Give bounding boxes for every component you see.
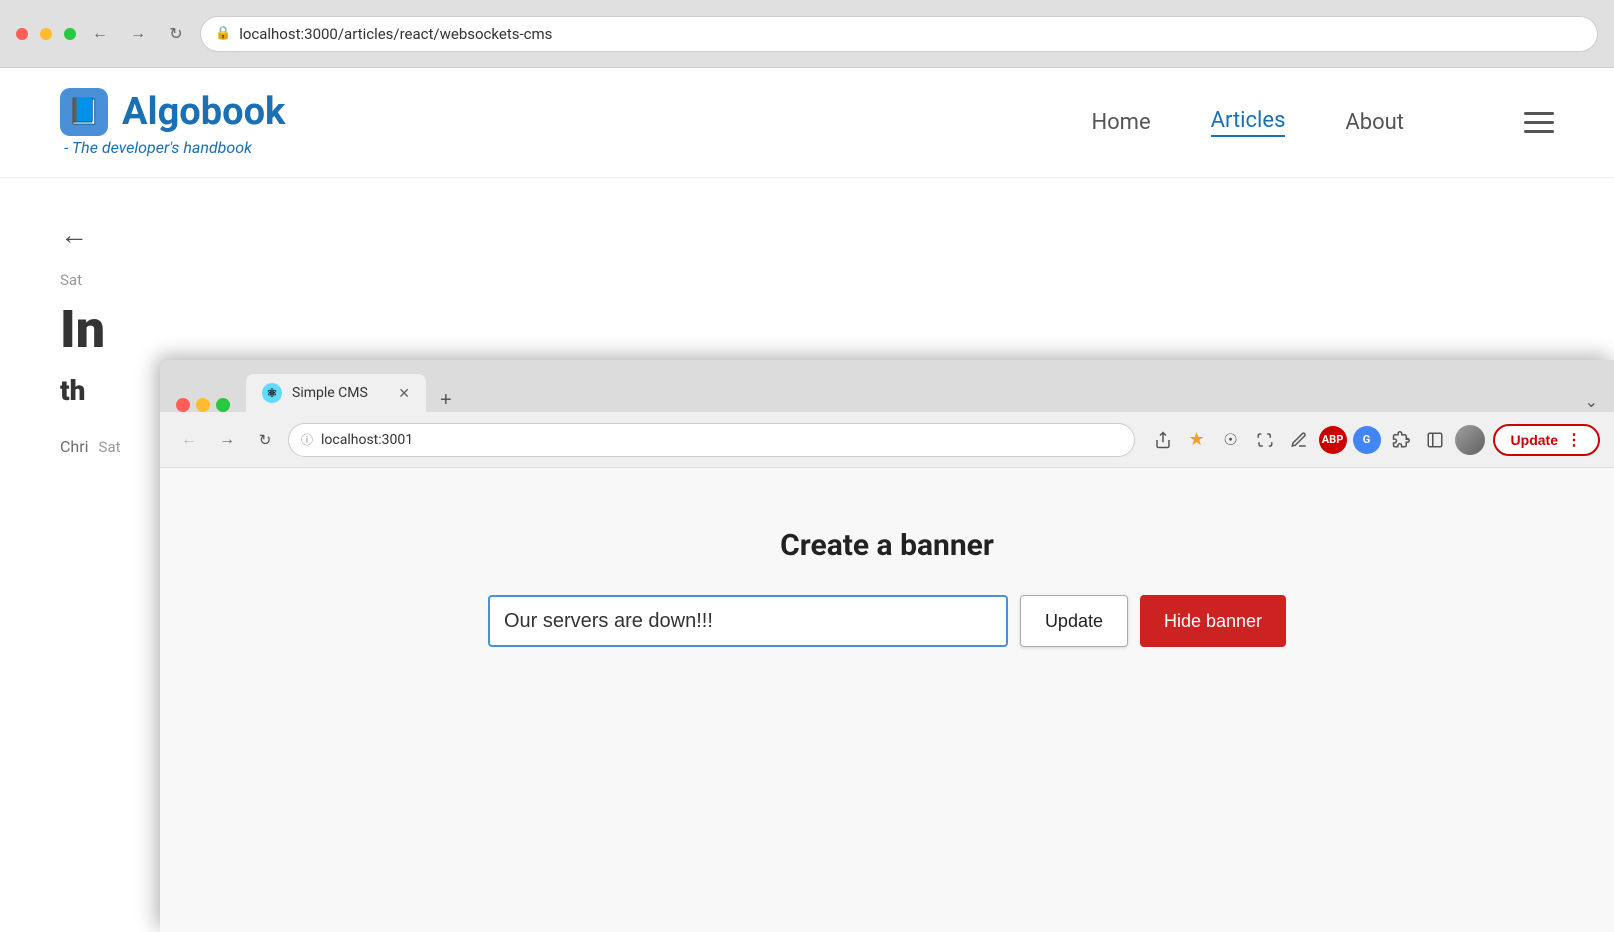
- hamburger-line-2: [1524, 121, 1554, 124]
- hamburger-button[interactable]: [1524, 112, 1554, 133]
- outer-window-controls: [16, 28, 76, 40]
- overlay-cms-content: Create a banner Update Hide banner: [160, 468, 1614, 932]
- update-dots: ⋮: [1566, 430, 1582, 450]
- tab-react-icon: ⚛: [262, 383, 282, 403]
- cms-title: Create a banner: [780, 528, 994, 563]
- pen-icon[interactable]: [1285, 426, 1313, 454]
- nav-articles[interactable]: Articles: [1211, 108, 1286, 137]
- cms-form-row: Update Hide banner: [488, 595, 1286, 647]
- bookmark-icon[interactable]: ★: [1183, 426, 1211, 454]
- screenshot-icon[interactable]: [1251, 426, 1279, 454]
- overlay-lock-icon: ⓘ: [301, 431, 313, 448]
- hamburger-line-3: [1524, 130, 1554, 133]
- algobook-logo-icon: 📘: [60, 88, 108, 136]
- author-date: Sat: [99, 438, 121, 456]
- share-icon[interactable]: [1149, 426, 1177, 454]
- outer-lock-icon: 🔒: [215, 26, 231, 41]
- user-avatar[interactable]: [1455, 425, 1485, 455]
- article-title: In: [60, 301, 1554, 358]
- algobook-nav: Home Articles About: [1091, 108, 1554, 137]
- nav-home[interactable]: Home: [1091, 110, 1150, 135]
- algobook-title: Algobook: [122, 90, 285, 134]
- close-window-button[interactable]: [176, 398, 190, 412]
- overlay-refresh-button[interactable]: ↻: [250, 425, 280, 455]
- article-date: Sat: [60, 271, 1554, 289]
- abp-icon[interactable]: ABP: [1319, 426, 1347, 454]
- hamburger-line-1: [1524, 112, 1554, 115]
- overlay-url-bar[interactable]: ⓘ localhost:3001: [288, 423, 1135, 457]
- nav-about[interactable]: About: [1345, 110, 1404, 135]
- tab-add-button[interactable]: +: [434, 389, 458, 412]
- outer-back-button[interactable]: ←: [86, 20, 114, 48]
- overlay-forward-button[interactable]: →: [212, 425, 242, 455]
- google-translate-icon[interactable]: G: [1353, 426, 1381, 454]
- author-name: Chri: [60, 437, 89, 456]
- minimize-window-button[interactable]: [196, 398, 210, 412]
- algobook-subtitle: - The developer's handbook: [60, 138, 285, 157]
- overlay-toolbar-icons: ★ ☉ ABP G: [1149, 425, 1485, 455]
- overlay-tab-cms[interactable]: ⚛ Simple CMS ✕: [246, 374, 426, 412]
- extensions-icon[interactable]: [1387, 426, 1415, 454]
- overlay-browser: ⚛ Simple CMS ✕ + ⌄ ← → ↻ ⓘ localhost:300…: [160, 360, 1614, 932]
- overlay-url-text: localhost:3001: [321, 432, 413, 448]
- orbit-icon[interactable]: ☉: [1217, 426, 1245, 454]
- cms-update-button[interactable]: Update: [1020, 595, 1128, 647]
- maximize-window-button[interactable]: [216, 398, 230, 412]
- cms-hide-button[interactable]: Hide banner: [1140, 595, 1286, 647]
- overlay-tabbar: ⚛ Simple CMS ✕ + ⌄: [160, 360, 1614, 412]
- tab-expand-button[interactable]: ⌄: [1585, 392, 1598, 412]
- outer-address-bar[interactable]: 🔒 localhost:3000/articles/react/websocke…: [200, 16, 1598, 52]
- tab-close-button[interactable]: ✕: [398, 385, 410, 402]
- overlay-back-button[interactable]: ←: [174, 425, 204, 455]
- outer-refresh-button[interactable]: ↻: [162, 20, 190, 48]
- algobook-logo-section: 📘 Algobook - The developer's handbook: [60, 88, 285, 157]
- outer-url-text: localhost:3000/articles/react/websockets…: [239, 25, 552, 43]
- banner-input[interactable]: [488, 595, 1008, 647]
- tab-label: Simple CMS: [292, 385, 368, 401]
- overlay-addressbar: ← → ↻ ⓘ localhost:3001 ★ ☉: [160, 412, 1614, 468]
- back-arrow-button[interactable]: ←: [60, 218, 88, 251]
- sidebar-toggle-icon[interactable]: [1421, 426, 1449, 454]
- algobook-header: 📘 Algobook - The developer's handbook Ho…: [0, 68, 1614, 178]
- outer-forward-button[interactable]: →: [124, 20, 152, 48]
- update-button-red[interactable]: Update ⋮: [1493, 424, 1600, 456]
- overlay-window-controls: [176, 398, 230, 412]
